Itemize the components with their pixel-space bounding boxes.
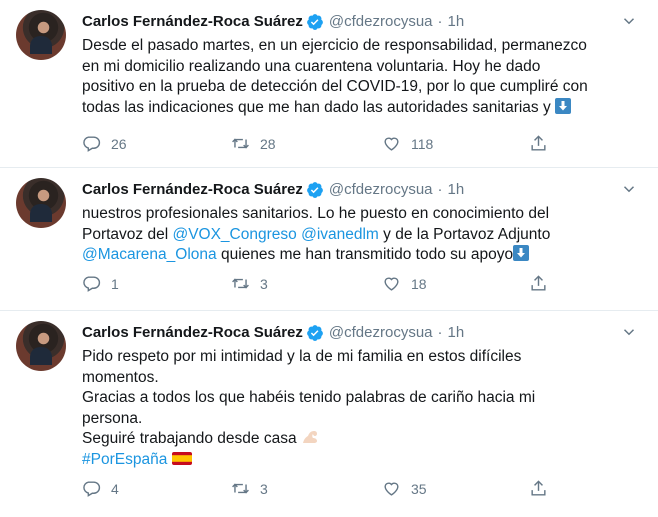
- tweet[interactable]: Carlos Fernández-Roca Suárez @cfdezrocys…: [0, 0, 658, 168]
- chevron-down-icon[interactable]: [620, 12, 638, 30]
- avatar[interactable]: [16, 321, 66, 371]
- like-button[interactable]: 18: [382, 274, 427, 293]
- like-button[interactable]: 118: [382, 134, 433, 153]
- share-button[interactable]: [529, 274, 558, 293]
- retweet-count: 3: [260, 480, 268, 497]
- tweet-actions: 26 28 118: [82, 134, 552, 156]
- author-name[interactable]: Carlos Fernández-Roca Suárez: [82, 181, 303, 198]
- reply-count: 1: [111, 275, 119, 292]
- chevron-down-icon[interactable]: [620, 180, 638, 198]
- retweet-icon: [231, 134, 250, 153]
- like-button[interactable]: 35: [382, 479, 427, 498]
- reply-count: 26: [111, 135, 127, 152]
- share-button[interactable]: [529, 479, 558, 498]
- verified-badge-icon: [306, 181, 324, 199]
- author-name[interactable]: Carlos Fernández-Roca Suárez: [82, 324, 303, 341]
- author-handle[interactable]: @cfdezrocysua: [329, 181, 433, 198]
- retweet-icon: [231, 479, 250, 498]
- like-icon: [382, 134, 401, 153]
- retweet-button[interactable]: 3: [231, 479, 268, 498]
- avatar[interactable]: [16, 178, 66, 228]
- down-arrow-emoji-icon: [555, 97, 572, 114]
- tweet-header: Carlos Fernández-Roca Suárez @cfdezrocys…: [82, 323, 465, 342]
- retweet-icon: [231, 274, 250, 293]
- author-handle[interactable]: @cfdezrocysua: [329, 13, 433, 30]
- share-button[interactable]: [529, 134, 558, 153]
- retweet-button[interactable]: 3: [231, 274, 268, 293]
- reply-icon: [82, 479, 101, 498]
- share-icon: [529, 274, 548, 293]
- tweet[interactable]: Carlos Fernández-Roca Suárez @cfdezrocys…: [0, 311, 658, 517]
- author-handle[interactable]: @cfdezrocysua: [329, 324, 433, 341]
- tweet-header: Carlos Fernández-Roca Suárez @cfdezrocys…: [82, 180, 465, 199]
- tweet-actions: 4 3 35: [82, 479, 552, 501]
- like-count: 35: [411, 480, 427, 497]
- author-name[interactable]: Carlos Fernández-Roca Suárez: [82, 13, 303, 30]
- timestamp[interactable]: 1h: [448, 324, 465, 341]
- reply-icon: [82, 274, 101, 293]
- like-icon: [382, 479, 401, 498]
- retweet-count: 28: [260, 135, 276, 152]
- verified-badge-icon: [306, 13, 324, 31]
- verified-badge-icon: [306, 324, 324, 342]
- reply-button[interactable]: 4: [82, 479, 119, 498]
- timestamp[interactable]: 1h: [448, 181, 465, 198]
- tweet-text: Desde el pasado martes, en un ejercicio …: [82, 37, 588, 116]
- share-icon: [529, 134, 548, 153]
- spain-flag-emoji-icon: [171, 451, 192, 465]
- share-icon: [529, 479, 548, 498]
- retweet-count: 3: [260, 275, 268, 292]
- chevron-down-icon[interactable]: [620, 323, 638, 341]
- mention-link[interactable]: @VOX_Congreso: [172, 226, 296, 243]
- like-count: 118: [411, 135, 434, 152]
- tweet[interactable]: Carlos Fernández-Roca Suárez @cfdezrocys…: [0, 168, 658, 311]
- hashtag-link[interactable]: #PorEspaña: [82, 451, 167, 468]
- tweet-header: Carlos Fernández-Roca Suárez @cfdezrocys…: [82, 12, 465, 31]
- avatar[interactable]: [16, 10, 66, 60]
- retweet-button[interactable]: 28: [231, 134, 276, 153]
- tweet-text: Pido respeto por mi intimidad y la de mi…: [82, 348, 536, 468]
- reply-button[interactable]: 1: [82, 274, 119, 293]
- mention-link[interactable]: @ivanedlm: [301, 226, 379, 243]
- tweet-actions: 1 3 18: [82, 274, 552, 296]
- flexed-biceps-emoji-icon: [302, 431, 317, 443]
- reply-button[interactable]: 26: [82, 134, 127, 153]
- timestamp[interactable]: 1h: [448, 13, 465, 30]
- down-arrow-emoji-icon: [513, 245, 530, 261]
- mention-link[interactable]: @Macarena_Olona: [82, 246, 217, 263]
- reply-icon: [82, 134, 101, 153]
- reply-count: 4: [111, 480, 119, 497]
- tweet-text: nuestros profesionales sanitarios. Lo he…: [82, 205, 551, 263]
- like-icon: [382, 274, 401, 293]
- like-count: 18: [411, 275, 427, 292]
